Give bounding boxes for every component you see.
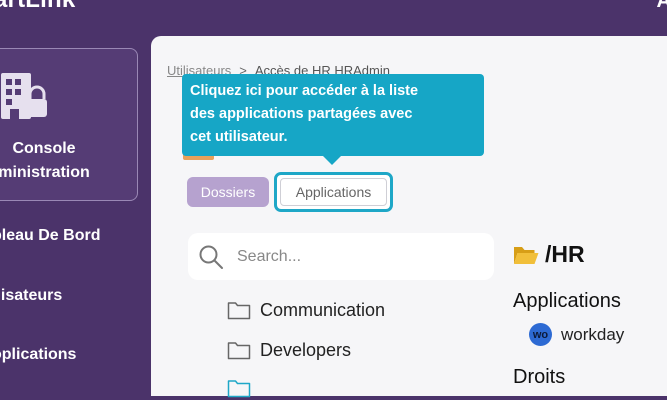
- folder-label: Developers: [260, 339, 352, 360]
- folder-item-developers[interactable]: Developers: [227, 338, 351, 362]
- sidebar-item-utilisateurs[interactable]: ilisateurs: [0, 287, 62, 305]
- app-name: workday: [561, 324, 625, 344]
- sidebar-card-label: Console ministration: [0, 137, 119, 185]
- tab-dossiers[interactable]: Dossiers: [187, 177, 269, 207]
- sidebar-card-label-line2: ministration: [0, 164, 90, 181]
- sidebar-item-console-administration[interactable]: Console ministration: [0, 48, 138, 201]
- onboarding-tooltip: Cliquez ici pour accéder à la liste des …: [182, 74, 484, 156]
- search-box: [188, 233, 494, 280]
- folder-item-communication[interactable]: Communication: [227, 298, 385, 322]
- tooltip-line1: Cliquez ici pour accéder à la liste: [190, 83, 419, 99]
- tooltip-line2: des applications partagées avec: [190, 106, 413, 122]
- search-input[interactable]: [235, 242, 479, 272]
- detail-header: /HR: [513, 241, 585, 268]
- top-right-glyph: A: [656, 0, 667, 12]
- sidebar-item-applications[interactable]: oplications: [0, 346, 76, 364]
- applications-heading: Applications: [513, 290, 621, 312]
- folder-icon: [227, 342, 251, 360]
- folder-icon: [227, 302, 251, 320]
- sidebar-card-label-line1: Console: [12, 140, 76, 157]
- detail-path: /HR: [545, 241, 585, 267]
- folder-icon: [227, 380, 251, 398]
- app-item-workday[interactable]: wo workday: [529, 323, 624, 346]
- rights-heading: Droits: [513, 366, 566, 388]
- brand-logo-text: artLink: [0, 0, 75, 14]
- open-folder-icon: [514, 246, 539, 264]
- building-icon: [1, 73, 47, 119]
- sidebar-item-tableau-de-bord[interactable]: bleau De Bord: [0, 227, 100, 245]
- folder-label: Communication: [260, 299, 386, 320]
- tab-applications[interactable]: Applications: [280, 178, 387, 206]
- search-icon: [199, 245, 223, 269]
- workday-logo-icon: wo: [529, 323, 552, 346]
- tooltip-arrow: [322, 155, 342, 165]
- tab-applications-highlight[interactable]: Applications: [274, 172, 393, 212]
- tooltip-line3: cet utilisateur.: [190, 129, 288, 145]
- folder-item-hr[interactable]: [227, 376, 251, 400]
